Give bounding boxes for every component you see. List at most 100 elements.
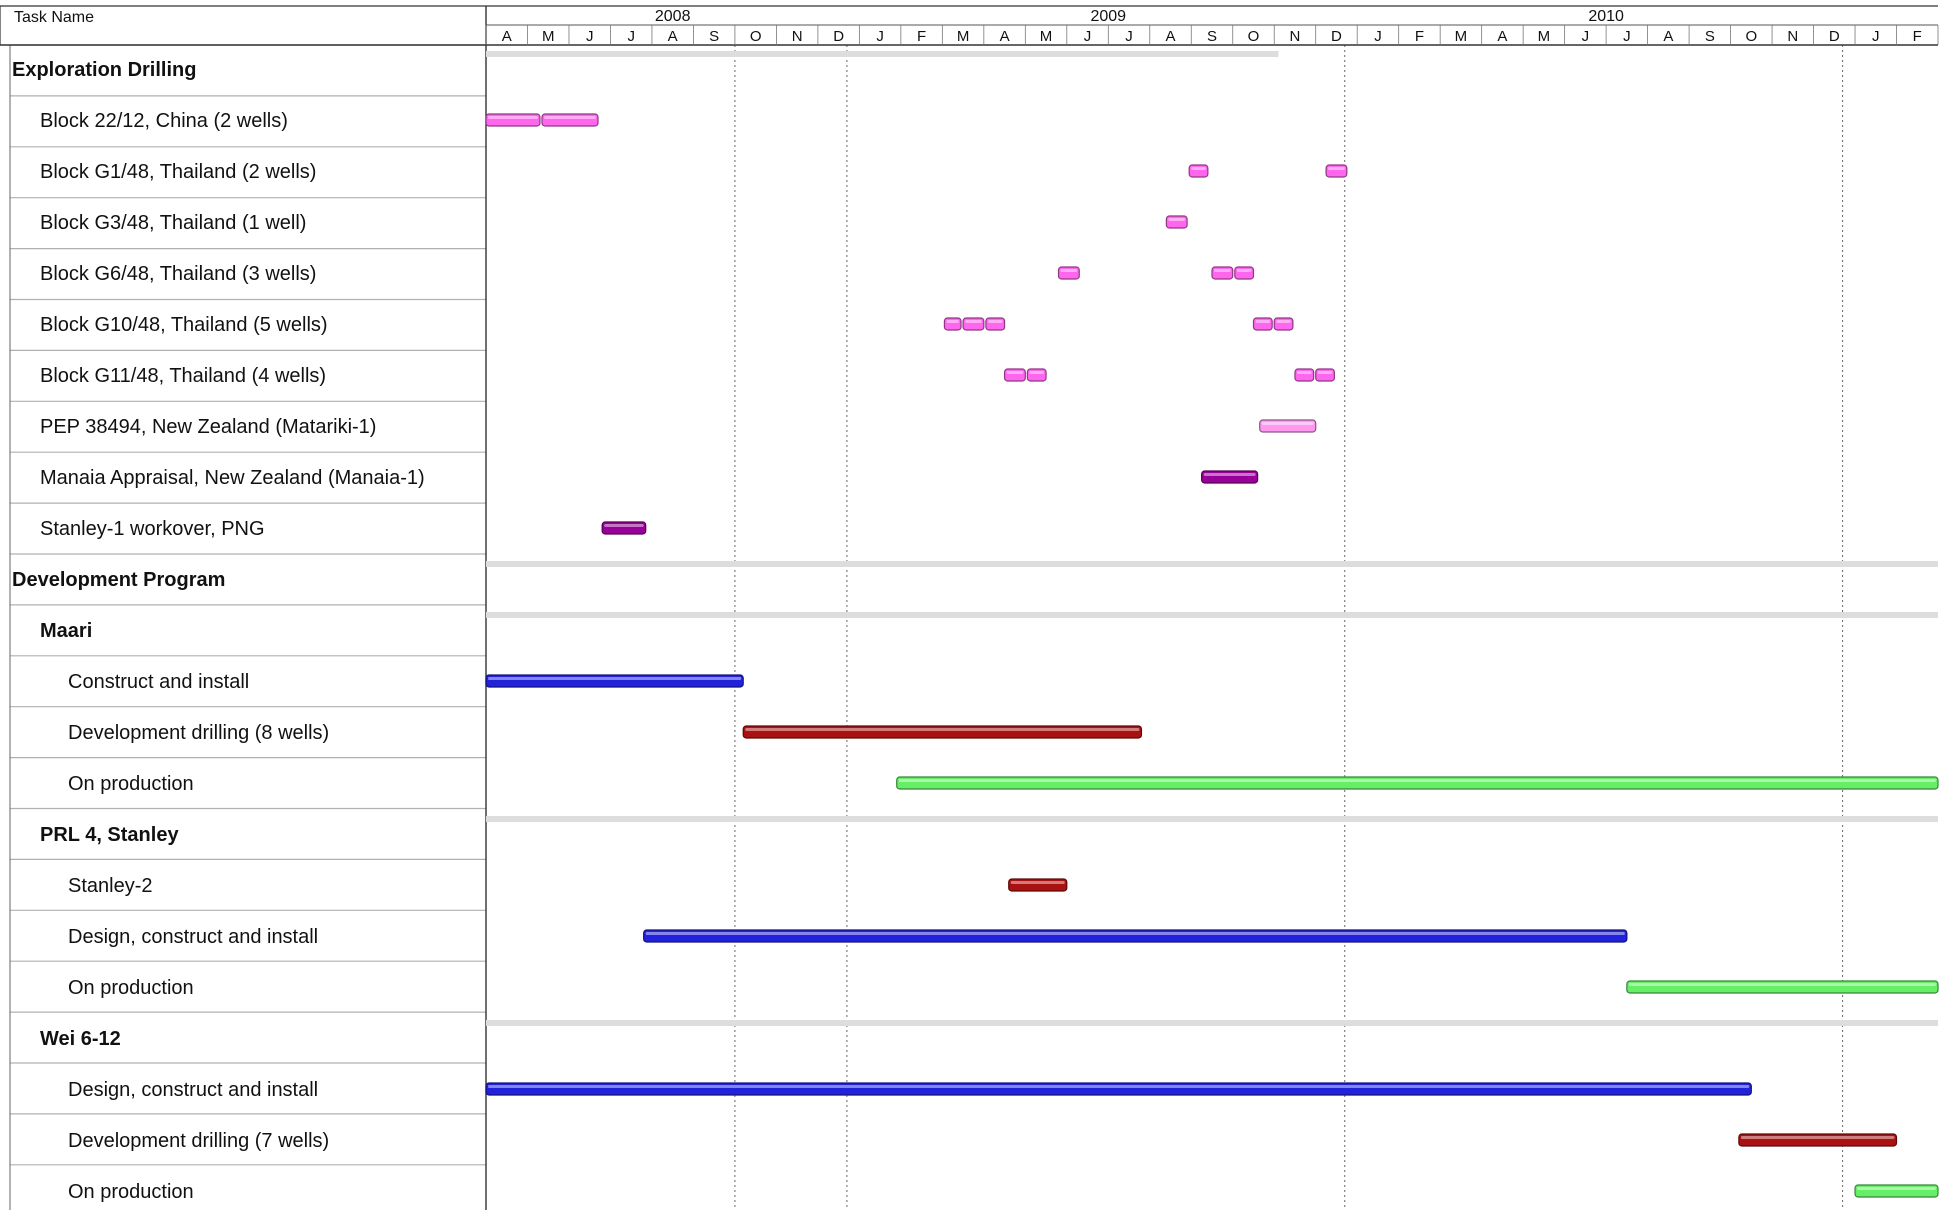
task-bar — [962, 317, 985, 331]
task-bar-highlight — [488, 1085, 1750, 1088]
month-tick-label: J — [1623, 28, 1631, 45]
task-label: Stanley-2 — [68, 875, 153, 897]
task-label: Block G3/48, Thailand (1 well) — [40, 212, 306, 234]
task-bar-highlight — [946, 320, 960, 323]
task-bar — [485, 674, 744, 688]
task-bar-highlight — [1168, 218, 1186, 221]
task-label: Design, construct and install — [68, 926, 318, 948]
task-bar — [943, 317, 962, 331]
task-bar-highlight — [1857, 1187, 1936, 1190]
month-tick-label: S — [1207, 28, 1217, 45]
task-bar — [1325, 164, 1348, 178]
summary-task-label: Development Program — [12, 569, 225, 591]
task-bar — [1234, 266, 1255, 280]
task-bar — [1026, 368, 1047, 382]
month-tick-label: O — [1745, 28, 1757, 45]
task-label: Block G10/48, Thailand (5 wells) — [40, 314, 328, 336]
month-tick-label: A — [1166, 28, 1176, 45]
task-label: Manaia Appraisal, New Zealand (Manaia-1) — [40, 467, 425, 489]
task-bar — [485, 1082, 1752, 1096]
year-label: 2009 — [1090, 8, 1126, 25]
month-tick-label: F — [1913, 28, 1922, 45]
year-label: 2008 — [655, 8, 691, 25]
task-bar — [643, 929, 1628, 943]
task-bar — [485, 113, 541, 127]
summary-bar — [486, 612, 1938, 618]
month-tick-label: J — [1125, 28, 1133, 45]
task-bar — [1003, 368, 1026, 382]
task-label: PEP 38494, New Zealand (Matariki-1) — [40, 416, 376, 438]
task-bar — [742, 725, 1143, 739]
month-tick-label: J — [1872, 28, 1880, 45]
task-bar — [601, 521, 647, 535]
month-tick-label: N — [1787, 28, 1798, 45]
task-bar-highlight — [1203, 473, 1256, 476]
task-bar-highlight — [645, 932, 1625, 935]
month-tick-label: A — [502, 28, 512, 45]
task-bar-highlight — [1006, 371, 1024, 374]
task-label: Block 22/12, China (2 wells) — [40, 110, 288, 132]
task-label: Construct and install — [68, 671, 249, 693]
task-bar-highlight — [488, 116, 538, 119]
task-label: Block G6/48, Thailand (3 wells) — [40, 263, 316, 285]
month-tick-label: A — [1000, 28, 1010, 45]
task-bar-highlight — [1255, 320, 1271, 323]
month-tick-label: O — [1248, 28, 1260, 45]
task-bar-highlight — [488, 677, 742, 680]
task-label: On production — [68, 1181, 194, 1203]
task-bar — [1008, 878, 1068, 892]
task-bar — [1315, 368, 1335, 382]
month-tick-label: N — [1290, 28, 1301, 45]
summary-task-label: PRL 4, Stanley — [40, 824, 179, 846]
month-tick-label: D — [1829, 28, 1840, 45]
task-label: Stanley-1 workover, PNG — [40, 518, 265, 540]
task-bar-highlight — [1029, 371, 1045, 374]
task-bar-highlight — [1060, 269, 1078, 272]
task-bar — [985, 317, 1006, 331]
task-label: Design, construct and install — [68, 1079, 318, 1101]
month-tick-label: M — [1455, 28, 1468, 45]
month-tick-label: J — [1582, 28, 1590, 45]
task-bar — [1211, 266, 1234, 280]
task-bar-highlight — [1236, 269, 1252, 272]
summary-bar — [486, 1020, 1938, 1026]
task-label: Development drilling (7 wells) — [68, 1130, 329, 1152]
month-tick-label: J — [627, 28, 635, 45]
month-tick-label: S — [1705, 28, 1715, 45]
task-bar — [1626, 980, 1939, 994]
task-bar — [1057, 266, 1080, 280]
month-tick-label: M — [957, 28, 970, 45]
task-label: Development drilling (8 wells) — [68, 722, 329, 744]
summary-task-label: Wei 6-12 — [40, 1028, 121, 1050]
task-label: On production — [68, 773, 194, 795]
task-label: Block G11/48, Thailand (4 wells) — [40, 365, 326, 387]
month-tick-label: O — [750, 28, 762, 45]
month-tick-label: A — [668, 28, 678, 45]
summary-bar — [486, 561, 1938, 567]
task-bar — [1259, 419, 1317, 433]
month-tick-label: A — [1497, 28, 1507, 45]
month-tick-label: D — [833, 28, 844, 45]
summary-task-label: Exploration Drilling — [12, 59, 196, 81]
task-bar-highlight — [1276, 320, 1291, 323]
task-bar-highlight — [1317, 371, 1333, 374]
summary-bar — [486, 51, 1279, 57]
task-bar-highlight — [1191, 167, 1206, 170]
task-bar — [1273, 317, 1294, 331]
task-bar-highlight — [544, 116, 597, 119]
month-tick-label: M — [542, 28, 555, 45]
task-bar-highlight — [604, 524, 644, 527]
task-label: Block G1/48, Thailand (2 wells) — [40, 161, 316, 183]
task-bar-highlight — [898, 779, 1937, 782]
task-label: On production — [68, 977, 194, 999]
month-tick-label: A — [1663, 28, 1673, 45]
task-bar — [1738, 1133, 1898, 1147]
task-bar — [896, 776, 1939, 790]
month-tick-label: S — [709, 28, 719, 45]
month-tick-label: M — [1538, 28, 1551, 45]
month-tick-label: J — [586, 28, 594, 45]
month-tick-label: N — [792, 28, 803, 45]
summary-task-label: Maari — [40, 620, 92, 642]
task-bar-highlight — [1740, 1136, 1895, 1139]
month-tick-label: D — [1331, 28, 1342, 45]
